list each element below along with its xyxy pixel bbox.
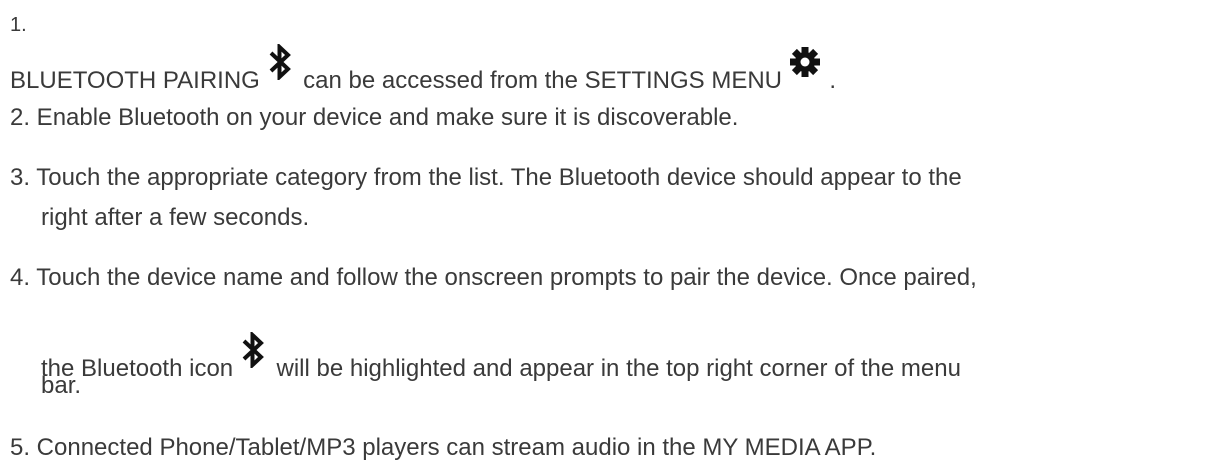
step-1-number: 1. [10, 14, 27, 36]
step-2: 2. Enable Bluetooth on your device and m… [10, 104, 739, 131]
step-1-text-c: . [829, 67, 837, 94]
step-4-line-1: 4. Touch the device name and follow the … [10, 264, 977, 291]
step-1-text-a: BLUETOOTH PAIRING [10, 67, 260, 94]
step-5: 5. Connected Phone/Tablet/MP3 players ca… [10, 434, 877, 461]
step-3-line-2: right after a few seconds. [41, 204, 310, 231]
bluetooth-icon [240, 332, 270, 376]
bluetooth-icon [267, 44, 297, 88]
step-3-line-1: 3. Touch the appropriate category from t… [10, 164, 962, 191]
step-4-line-3: bar. [41, 372, 82, 399]
step-1-line: BLUETOOTH PAIRING can be accessed from t… [10, 44, 836, 95]
gear-icon [789, 47, 823, 88]
step-4-text-b: will be highlighted and appear in the to… [276, 355, 961, 382]
step-4-line-2: the Bluetooth icon will be highlighted a… [41, 332, 961, 383]
step-1-text-b: can be accessed from the SETTINGS MENU [303, 67, 782, 94]
